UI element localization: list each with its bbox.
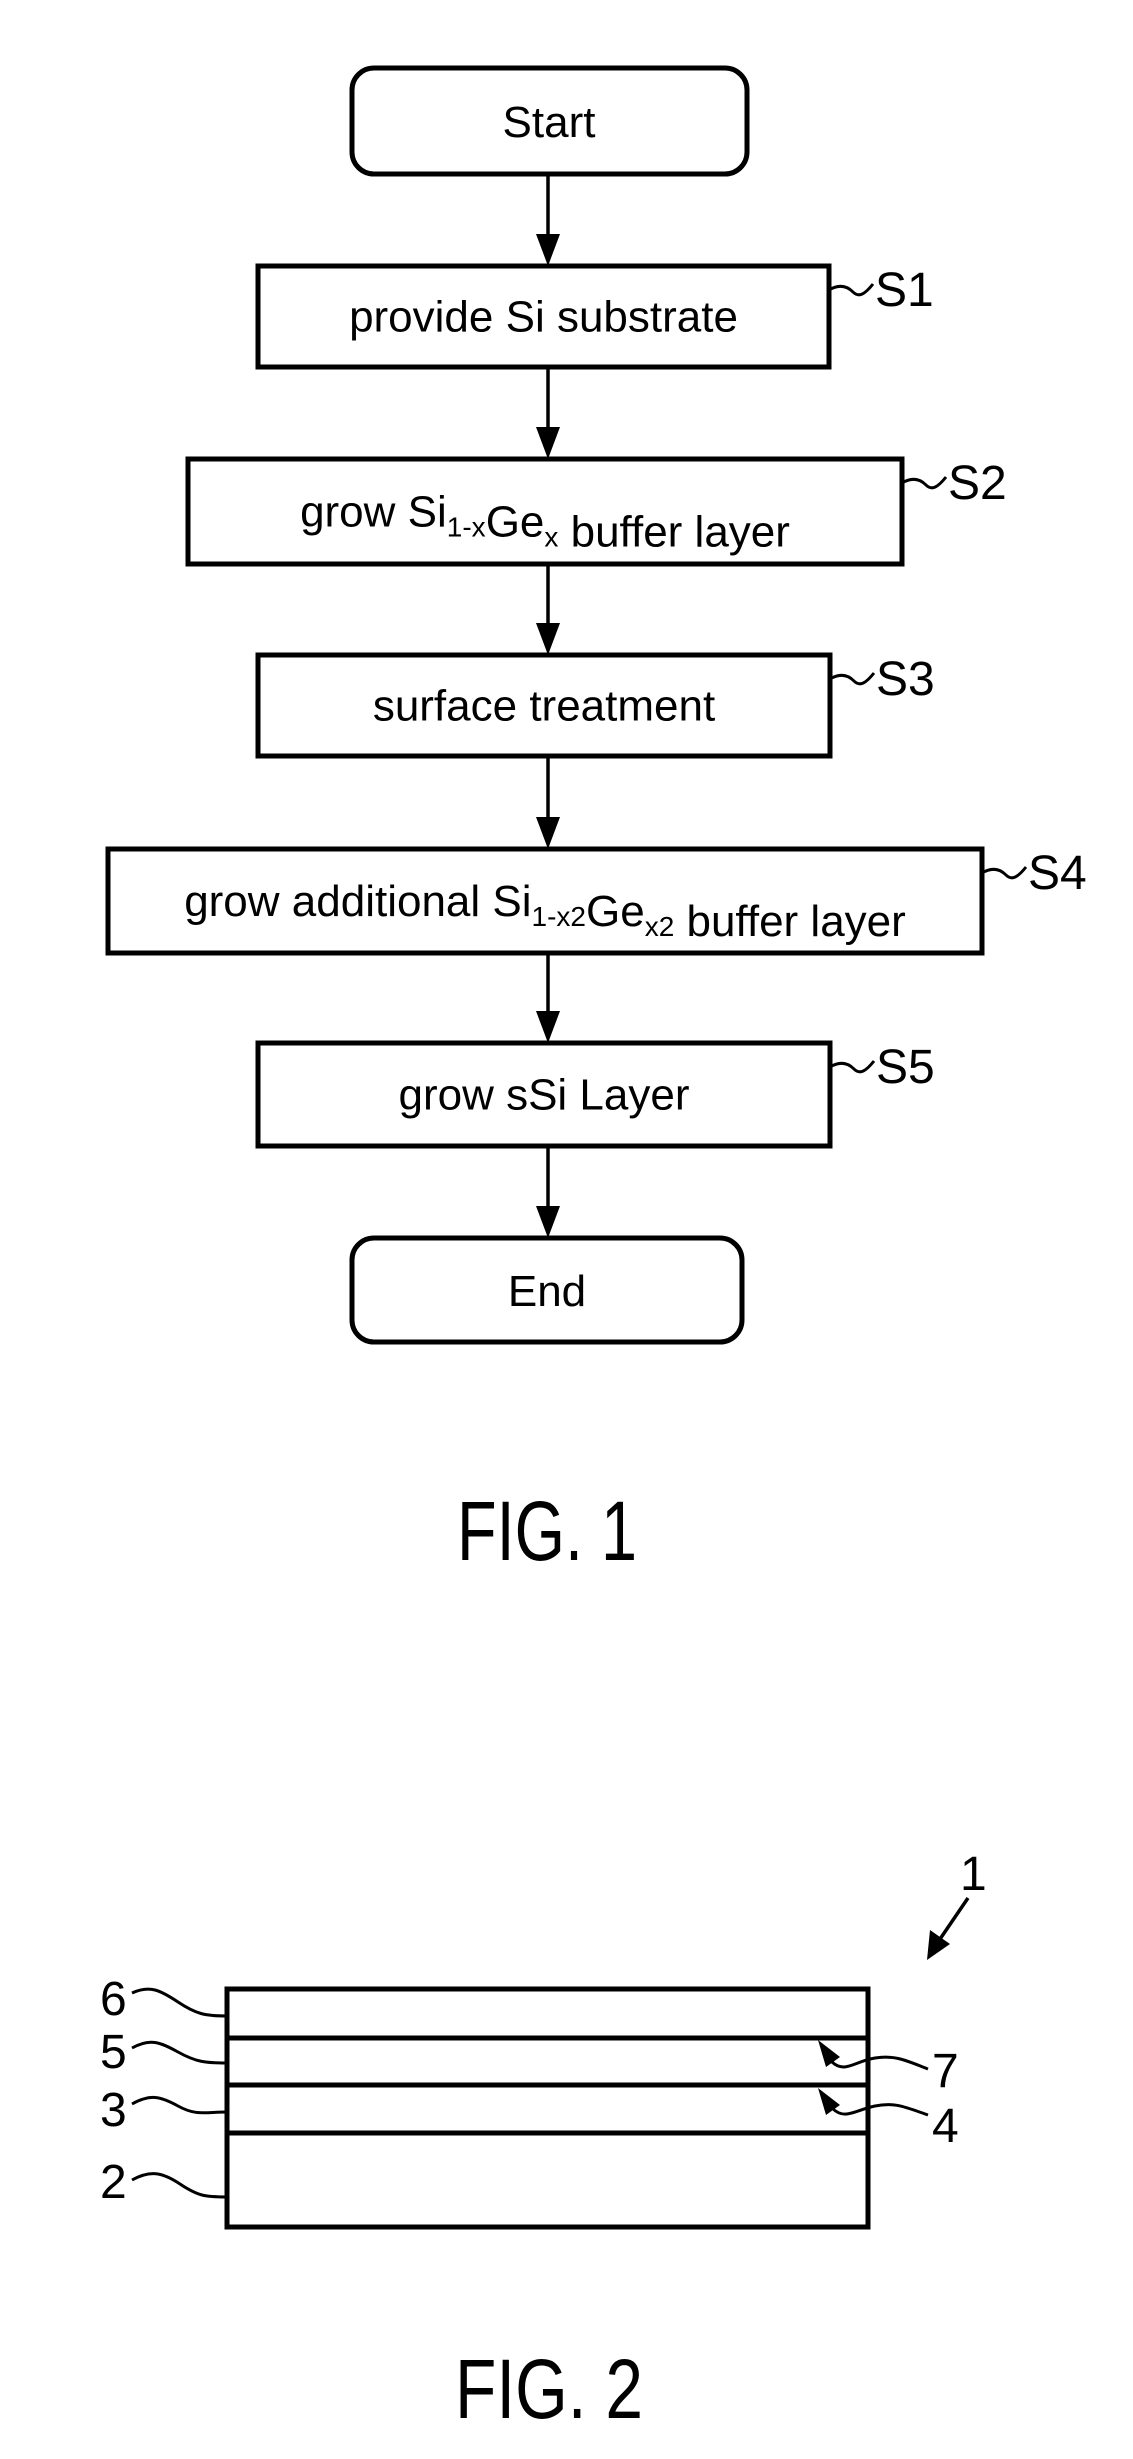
step-text: provide Si substrate bbox=[349, 293, 738, 342]
connector-arrow bbox=[536, 367, 560, 459]
end-terminal: End bbox=[349, 1235, 745, 1345]
step-ref-s1: S1 bbox=[875, 264, 934, 317]
svg-text:3: 3 bbox=[100, 2084, 127, 2137]
leader-line bbox=[829, 672, 876, 686]
connector-arrow bbox=[536, 174, 560, 266]
start-terminal: Start bbox=[349, 65, 750, 177]
layer-3 bbox=[224, 2082, 871, 2136]
ref-label-5: 5 bbox=[100, 2026, 228, 2079]
layer-2-substrate bbox=[224, 2130, 871, 2230]
fig1-flowchart: Start provide Si substrate S1 grow Si1-xGe… bbox=[105, 65, 1087, 1578]
layer-5 bbox=[224, 2035, 871, 2088]
svg-text:4: 4 bbox=[932, 2100, 959, 2153]
connector-arrow bbox=[536, 756, 560, 849]
step-ref-s4: S4 bbox=[1028, 847, 1087, 900]
step-text: grow sSi Layer bbox=[398, 1071, 689, 1120]
process-steps: provide Si substrate S1 grow Si1-xGex buff… bbox=[105, 263, 1087, 1149]
step-s3: surface treatment S3 bbox=[255, 652, 935, 759]
connector-arrow bbox=[536, 953, 560, 1043]
svg-text:1: 1 bbox=[960, 1848, 987, 1901]
step-ref-s5: S5 bbox=[876, 1041, 935, 1094]
connector-arrow bbox=[536, 564, 560, 655]
start-label: Start bbox=[503, 98, 596, 147]
step-ref-s2: S2 bbox=[948, 457, 1007, 510]
leader-line bbox=[981, 866, 1028, 880]
step-text: surface treatment bbox=[373, 682, 715, 731]
leader-line bbox=[828, 283, 875, 297]
ref-label-1: 1 bbox=[927, 1848, 987, 1960]
connector-arrow bbox=[536, 1146, 560, 1238]
ref-label-6: 6 bbox=[100, 1973, 228, 2026]
fig1-caption: FIG. 1 bbox=[457, 1484, 637, 1578]
ref-label-2: 2 bbox=[100, 2156, 228, 2209]
step-ref-s3: S3 bbox=[876, 653, 935, 706]
leader-line bbox=[829, 1060, 876, 1074]
end-label: End bbox=[508, 1267, 586, 1316]
step-s1: provide Si substrate S1 bbox=[255, 263, 934, 370]
patent-figure-sheet: Start provide Si substrate S1 grow Si1-xGe… bbox=[100, 65, 1087, 2436]
svg-text:5: 5 bbox=[100, 2026, 127, 2079]
step-s2: grow Si1-xGex buffer layerS2 bbox=[185, 456, 1007, 567]
fig2-caption: FIG. 2 bbox=[455, 2342, 643, 2436]
ref-label-3: 3 bbox=[100, 2084, 228, 2137]
svg-text:2: 2 bbox=[100, 2156, 127, 2209]
step-s5: grow sSi Layer S5 bbox=[255, 1040, 935, 1149]
step-s4: grow additional Si1-x2Gex2 buffer layerS… bbox=[105, 846, 1087, 956]
svg-text:7: 7 bbox=[932, 2045, 959, 2098]
leader-line bbox=[901, 476, 948, 490]
fig2-layer-stack: 6 5 3 2 7 4 1 FIG. 2 bbox=[100, 1848, 987, 2436]
layer-6 bbox=[224, 1986, 871, 2041]
svg-text:6: 6 bbox=[100, 1973, 127, 2026]
